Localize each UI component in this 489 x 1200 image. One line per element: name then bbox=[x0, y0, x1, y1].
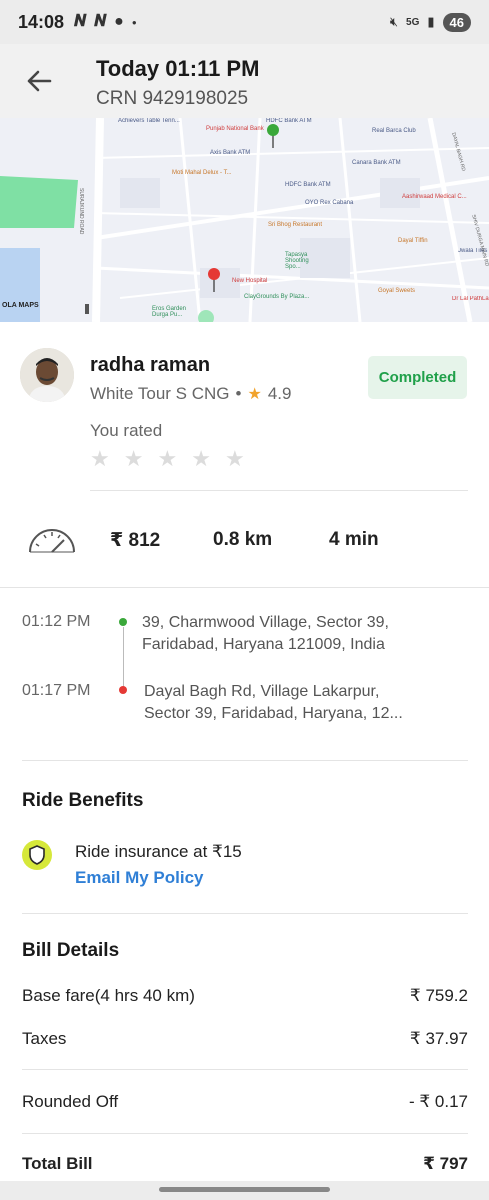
map-label: Sri Bhog Restaurant bbox=[268, 222, 323, 228]
map-label: Tapasya Shooting Spo... bbox=[285, 252, 309, 270]
app-header: Today 01:11 PM CRN 9429198025 bbox=[0, 44, 489, 118]
ola-maps-logo: OLA MAPS bbox=[2, 302, 39, 309]
bill-row: Base fare(4 hrs 40 km) ₹ 759.2 bbox=[22, 986, 468, 1006]
star-icon[interactable]: ★ bbox=[225, 448, 245, 470]
status-time: 14:08 bbox=[18, 11, 65, 32]
separator: • bbox=[235, 384, 242, 403]
driver-name: radha raman bbox=[90, 354, 211, 376]
pickup-dot-icon bbox=[119, 618, 127, 626]
map-label: Moti Mahal Delux - T... bbox=[172, 170, 232, 176]
bill-row-label: Taxes bbox=[22, 1029, 67, 1048]
drop-dot-icon bbox=[119, 686, 127, 694]
divider bbox=[22, 760, 468, 761]
star-icon[interactable]: ★ bbox=[90, 448, 110, 470]
map-label: OYO Rex Cabana bbox=[305, 200, 354, 206]
star-icon[interactable]: ★ bbox=[124, 448, 144, 470]
ride-benefits-title: Ride Benefits bbox=[22, 790, 144, 811]
bill-row-value: ₹ 37.97 bbox=[409, 1029, 468, 1048]
trip-fare: ₹ 812 bbox=[110, 530, 161, 551]
bill-total-row: Total Bill ₹ 797 bbox=[22, 1154, 468, 1174]
rating-stars[interactable]: ★ ★ ★ ★ ★ bbox=[90, 448, 245, 470]
divider bbox=[90, 490, 468, 491]
map-label: Goyal Sweets bbox=[378, 288, 416, 294]
pickup-address-line2: Faridabad, Haryana 121009, India bbox=[142, 636, 385, 653]
map-label: Achievers Table Tenn... bbox=[118, 118, 180, 124]
system-nav-bar bbox=[0, 1181, 489, 1200]
trip-duration: 4 min bbox=[329, 529, 379, 550]
signal-icon: ▮ bbox=[427, 14, 435, 29]
road-label: SURAJKUND ROAD bbox=[78, 188, 84, 235]
email-policy-link[interactable]: Email My Policy bbox=[75, 868, 204, 888]
notification-n-icon: 𝑵 bbox=[94, 13, 107, 30]
map-label: New Hospital bbox=[232, 278, 268, 284]
battery-indicator: 46 bbox=[442, 12, 471, 32]
vehicle-name: White Tour S CNG bbox=[90, 384, 230, 403]
star-icon[interactable]: ★ bbox=[157, 448, 177, 470]
map-canvas bbox=[0, 118, 489, 322]
map-label: Eros Garden Durga Pu... bbox=[152, 306, 187, 318]
drop-time: 01:17 PM bbox=[22, 682, 91, 699]
bill-row-label: Base fare(4 hrs 40 km) bbox=[22, 986, 195, 1005]
map-label: Real Barca Club bbox=[372, 128, 416, 134]
pickup-address: 39, Charmwood Village, Sector 39, Farida… bbox=[142, 612, 442, 656]
notification-n-icon: 𝑵 bbox=[74, 13, 87, 30]
drop-address: Dayal Bagh Rd, Village Lakarpur, Sector … bbox=[144, 681, 444, 725]
trip-distance: 0.8 km bbox=[213, 529, 273, 550]
drop-address-line2: Sector 39, Faridabad, Haryana, 12... bbox=[144, 705, 403, 722]
bill-details-title: Bill Details bbox=[22, 940, 120, 961]
status-bar: 14:08 𝑵 𝑵 ● ● 🔇︎ 5G ▮ 46 bbox=[0, 0, 489, 44]
map-label: ClayGrounds By Plaza... bbox=[244, 294, 310, 300]
ride-insurance-text: Ride insurance at ₹15 bbox=[75, 842, 242, 861]
map-label: Aashirwaad Medical C... bbox=[402, 194, 467, 200]
map-label: Dr Lal PathLa... bbox=[452, 296, 489, 302]
star-icon[interactable]: ★ bbox=[191, 448, 211, 470]
pickup-time: 01:12 PM bbox=[22, 613, 91, 630]
map-label: Dayal Tiffin bbox=[398, 238, 428, 244]
notification-icons: 𝑵 𝑵 ● ● bbox=[74, 13, 137, 31]
crn-number: CRN 9429198025 bbox=[96, 88, 249, 109]
map-label: Punjab National Bank bbox=[206, 126, 264, 132]
status-badge: Completed bbox=[368, 356, 467, 399]
map-label: Canara Bank ATM bbox=[352, 160, 401, 166]
route-line bbox=[123, 627, 124, 689]
bill-row-value: ₹ 759.2 bbox=[409, 986, 468, 1005]
map-label: HDFC Bank ATM bbox=[285, 182, 331, 188]
total-bill-value: ₹ 797 bbox=[423, 1154, 468, 1173]
chat-bubble-icon: ● bbox=[114, 13, 124, 30]
dot-icon: ● bbox=[131, 17, 137, 27]
map-label: Axis Bank ATM bbox=[210, 150, 251, 156]
total-bill-label: Total Bill bbox=[22, 1154, 93, 1173]
map-label: HDFC Bank ATM bbox=[266, 118, 312, 124]
route-map[interactable]: Achievers Table Tenn... HDFC Bank ATM Pu… bbox=[0, 118, 489, 322]
mute-icon: 🔇︎ bbox=[389, 14, 399, 29]
bill-row-label: Rounded Off bbox=[22, 1092, 119, 1111]
driver-avatar bbox=[20, 348, 74, 402]
page-title: Today 01:11 PM bbox=[96, 56, 260, 81]
drop-address-line1: Dayal Bagh Rd, Village Lakarpur, bbox=[144, 683, 380, 700]
network-5g-icon: 5G bbox=[406, 16, 420, 28]
vehicle-info: White Tour S CNG • ★ 4.9 bbox=[90, 384, 291, 404]
star-icon: ★ bbox=[247, 386, 262, 403]
driver-rating: 4.9 bbox=[267, 384, 292, 403]
status-right-icons: 🔇︎ 5G ▮ 46 bbox=[389, 12, 471, 32]
you-rated-label: You rated bbox=[90, 421, 163, 440]
bill-row: Taxes ₹ 37.97 bbox=[22, 1029, 468, 1049]
divider bbox=[22, 913, 468, 914]
divider bbox=[0, 587, 489, 588]
bill-row: Rounded Off - ₹ 0.17 bbox=[22, 1092, 468, 1112]
back-arrow-icon[interactable] bbox=[24, 66, 54, 96]
bill-row-value: - ₹ 0.17 bbox=[408, 1092, 468, 1111]
divider bbox=[22, 1133, 468, 1134]
speedometer-icon bbox=[29, 529, 75, 553]
pickup-address-line1: 39, Charmwood Village, Sector 39, bbox=[142, 614, 389, 631]
divider bbox=[22, 1069, 468, 1070]
shield-icon bbox=[22, 840, 52, 870]
home-gesture-handle[interactable] bbox=[159, 1187, 330, 1192]
